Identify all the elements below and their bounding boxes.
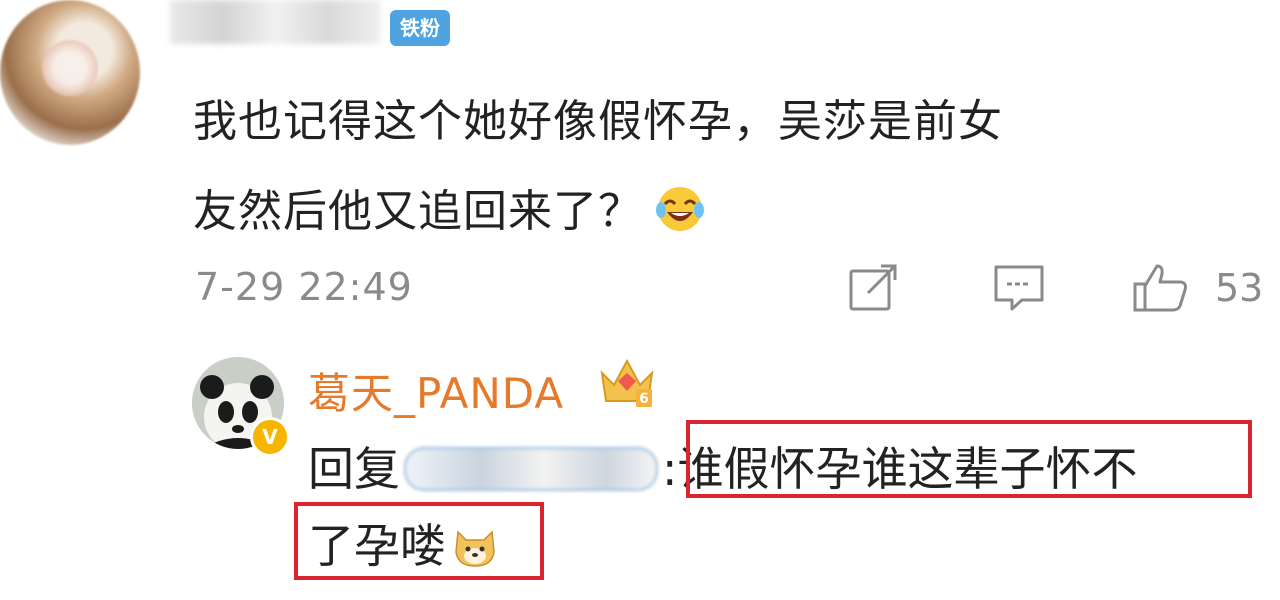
highlight-box-1: [686, 420, 1252, 498]
highlight-box-2: [294, 502, 544, 580]
comment-icon[interactable]: [992, 262, 1046, 314]
comment-text: 我也记得这个她好像假怀孕，吴莎是前女 友然后他又追回来了？: [193, 77, 1243, 257]
comment-timestamp: 7-29 22:49: [195, 265, 413, 309]
verified-badge-icon: V: [250, 417, 290, 457]
crown-icon: 6: [600, 358, 654, 407]
comment-line-2-text: 友然后他又追回来了？: [193, 186, 643, 237]
comment-line-2: 友然后他又追回来了？: [193, 167, 1243, 257]
like-count: 53: [1215, 266, 1264, 310]
mention-blurred[interactable]: [404, 447, 658, 491]
commenter-avatar[interactable]: [0, 0, 140, 145]
fan-badge: 铁粉: [390, 10, 450, 46]
reply-author-name[interactable]: 葛天_PANDA: [308, 360, 564, 421]
like-icon[interactable]: [1132, 262, 1190, 314]
reply-colon: :: [662, 442, 678, 496]
commenter-name-blurred[interactable]: [170, 0, 380, 44]
share-icon[interactable]: [848, 262, 900, 314]
crown-level: 6: [639, 391, 649, 407]
laughing-tears-emoji-icon: [656, 187, 704, 231]
comment-line-1: 我也记得这个她好像假怀孕，吴莎是前女: [193, 96, 1003, 147]
reply-prefix: 回复: [308, 442, 400, 496]
